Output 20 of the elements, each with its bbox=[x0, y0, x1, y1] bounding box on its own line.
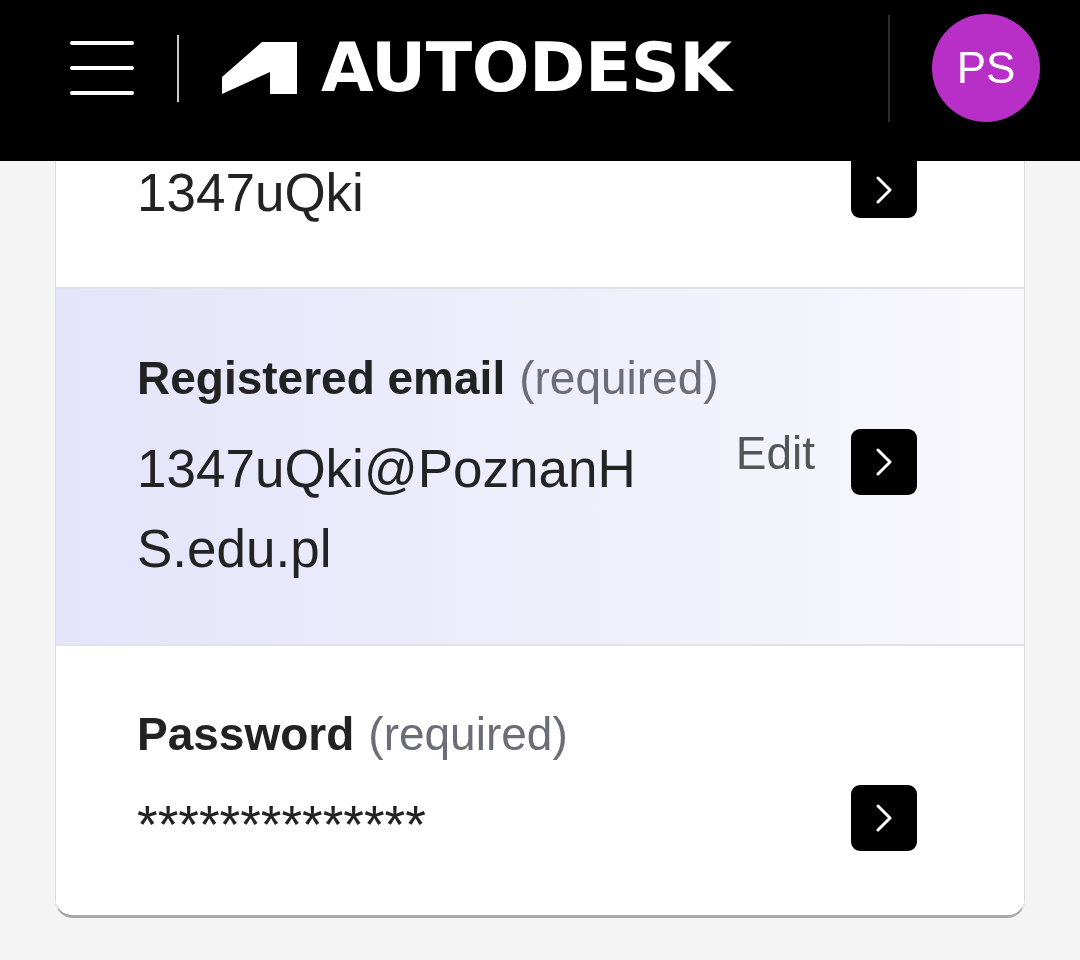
field-label: Registered email bbox=[137, 351, 506, 406]
field-value: ************** bbox=[137, 794, 427, 856]
next-button[interactable] bbox=[851, 161, 917, 218]
field-value: 1347uQki bbox=[137, 162, 365, 224]
required-note: (required) bbox=[519, 351, 719, 406]
brand-name: AUTODESK bbox=[321, 34, 732, 102]
edit-link[interactable]: Edit bbox=[735, 429, 815, 477]
next-button[interactable] bbox=[851, 429, 917, 495]
menu-icon[interactable] bbox=[70, 41, 134, 95]
settings-row[interactable]: Password (required) ************** bbox=[56, 644, 1024, 915]
logo-icon bbox=[222, 42, 297, 94]
field-value: 1347uQki@PoznanHS.edu.pl bbox=[137, 438, 637, 580]
next-button[interactable] bbox=[851, 785, 917, 851]
chevron-right-icon bbox=[876, 448, 892, 476]
settings-row[interactable]: Registered email (required) 1347uQki@PoznanHS.edu.pl Edit bbox=[56, 287, 1024, 644]
required-note: (required) bbox=[368, 707, 568, 762]
field-label: Password bbox=[137, 707, 355, 762]
chevron-right-icon bbox=[876, 804, 892, 832]
chevron-right-icon bbox=[876, 175, 892, 204]
avatar-button[interactable]: PS bbox=[932, 14, 1040, 122]
